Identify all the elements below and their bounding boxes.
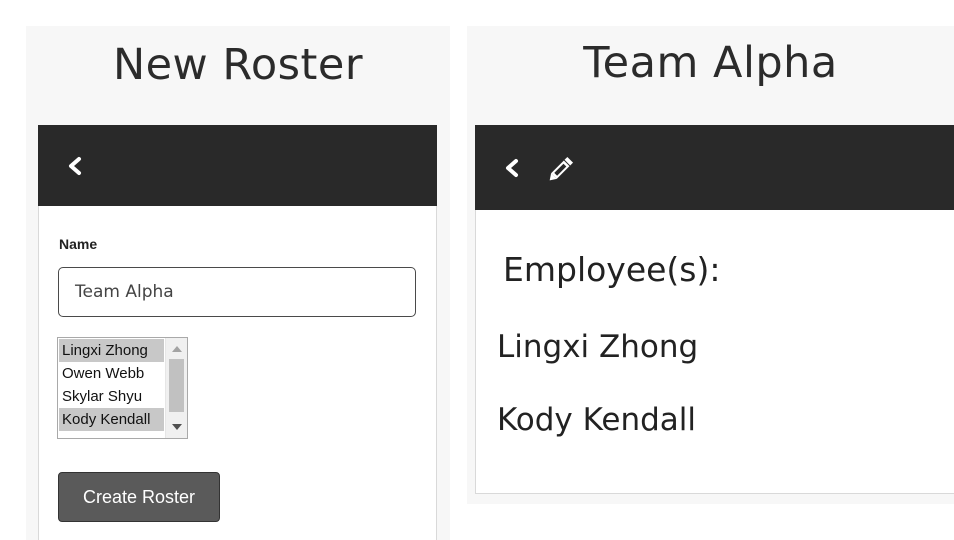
name-input-value: Team Alpha: [75, 282, 174, 302]
create-roster-button[interactable]: Create Roster: [58, 472, 220, 522]
scrollbar-thumb[interactable]: [169, 359, 184, 412]
chevron-left-icon[interactable]: [66, 156, 84, 176]
page-title: Team Alpha: [583, 38, 838, 88]
member-name: Kody Kendall: [497, 402, 697, 438]
employee-option[interactable]: Skylar Shyu: [59, 385, 164, 408]
employee-option[interactable]: Kody Kendall: [59, 408, 164, 431]
toolbar: [38, 125, 437, 206]
page-title: New Roster: [112, 40, 364, 90]
employee-option[interactable]: Lingxi Zhong: [59, 339, 164, 362]
listbox-scrollbar[interactable]: [165, 338, 187, 438]
pencil-icon[interactable]: [544, 153, 578, 185]
employee-multiselect[interactable]: Lingxi Zhong Owen Webb Skylar Shyu Kody …: [57, 337, 188, 439]
employee-option[interactable]: Owen Webb: [59, 362, 164, 385]
scroll-down-icon[interactable]: [172, 424, 182, 430]
employees-heading: Employee(s):: [503, 250, 721, 289]
scroll-up-icon[interactable]: [172, 346, 182, 352]
member-name: Lingxi Zhong: [497, 329, 699, 365]
name-label: Name: [59, 236, 98, 252]
name-input[interactable]: Team Alpha: [58, 267, 416, 317]
chevron-left-icon[interactable]: [503, 158, 521, 178]
